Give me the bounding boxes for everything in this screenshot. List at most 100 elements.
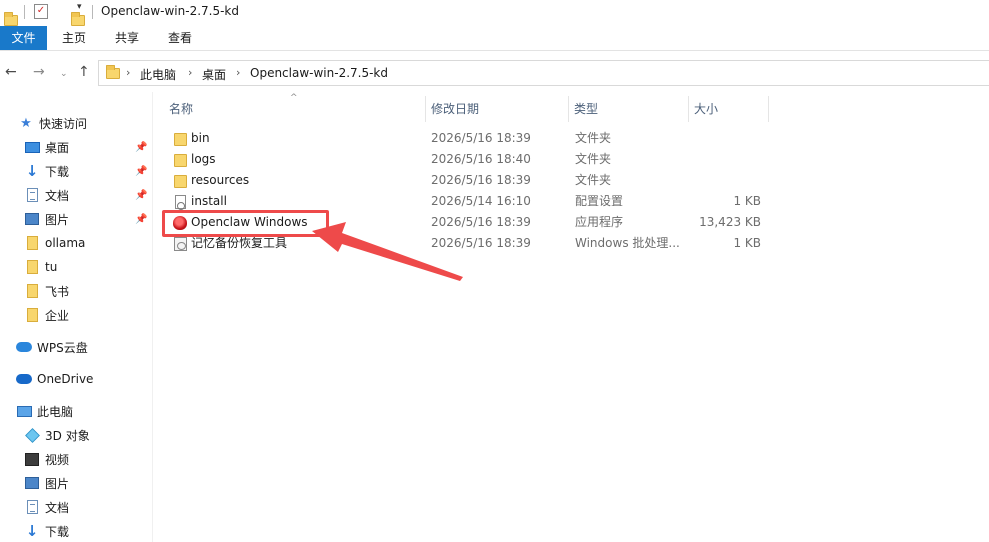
tab-view[interactable]: 查看 (168, 26, 192, 50)
breadcrumb-current-folder[interactable]: Openclaw-win-2.7.5-kd (250, 66, 388, 80)
file-type: 文件夹 (575, 173, 612, 187)
sidebar-item-feishu[interactable]: 飞书 (24, 280, 69, 302)
batch-file-icon (172, 236, 188, 252)
pin-icon[interactable]: 📌 (135, 142, 147, 153)
tab-file[interactable]: 文件 (0, 26, 47, 50)
pin-icon[interactable]: 📌 (135, 166, 147, 177)
sidebar-item-label: 下载 (45, 164, 70, 179)
breadcrumb-desktop[interactable]: 桌面 (202, 66, 226, 83)
file-date: 2026/5/16 18:39 (431, 215, 531, 229)
title-bar: ✓ ▾ Openclaw-win-2.7.5-kd (0, 0, 989, 26)
file-row-resources[interactable]: resources 2026/5/16 18:39 文件夹 (166, 170, 767, 191)
file-type: 应用程序 (575, 215, 624, 229)
sidebar-item-label: 图片 (45, 476, 70, 491)
annotation-highlight-box (162, 210, 329, 237)
file-name: bin (191, 131, 210, 145)
tab-share[interactable]: 共享 (115, 26, 139, 50)
column-header-date[interactable]: 修改日期 (415, 96, 560, 122)
sidebar-item-label: ollama (45, 236, 86, 250)
file-row-logs[interactable]: logs 2026/5/16 18:40 文件夹 (166, 149, 767, 170)
file-type: 配置设置 (575, 194, 624, 208)
address-bar[interactable]: › 此电脑 › 桌面 › Openclaw-win-2.7.5-kd (98, 60, 989, 86)
sidebar-item-label: tu (45, 260, 58, 274)
sidebar-item-onedrive[interactable]: OneDrive (16, 368, 93, 390)
sidebar-item-documents[interactable]: 文档 (24, 184, 69, 206)
navigation-bar: ← → ⌄ ↑ › 此电脑 › 桌面 › Openclaw-win-2.7.5-… (0, 58, 989, 88)
column-header-type[interactable]: 类型 (558, 96, 678, 122)
folder-icon (172, 173, 188, 189)
file-date: 2026/5/16 18:40 (431, 152, 531, 166)
document-icon (24, 499, 40, 515)
sidebar-item-label: OneDrive (37, 372, 94, 386)
sidebar-item-3d-objects[interactable]: 3D 对象 (24, 424, 90, 446)
onedrive-icon (16, 371, 32, 387)
forward-icon[interactable]: → (33, 65, 45, 79)
star-icon: ★ (20, 115, 32, 131)
sidebar-item-pc-pictures[interactable]: 图片 (24, 472, 69, 494)
properties-icon[interactable]: ✓ (34, 4, 48, 19)
pin-icon[interactable]: 📌 (135, 190, 147, 201)
folder-icon (24, 283, 40, 299)
file-size: 13,423 KB (699, 215, 761, 229)
up-icon[interactable]: ↑ (78, 65, 90, 79)
file-row-install[interactable]: install 2026/5/14 16:10 配置设置 1 KB (166, 191, 767, 212)
chevron-right-icon[interactable]: › (126, 66, 130, 79)
file-size: 1 KB (733, 194, 761, 208)
config-file-icon (172, 194, 188, 210)
sidebar-item-label: 企业 (45, 308, 70, 323)
chevron-right-icon[interactable]: › (188, 66, 192, 79)
sidebar-item-quick-access[interactable]: ★ 快速访问 (18, 112, 87, 134)
folder-icon (4, 11, 18, 26)
file-type: Windows 批处理... (575, 236, 680, 250)
column-divider[interactable] (768, 96, 769, 122)
pin-icon[interactable]: 📌 (135, 214, 147, 225)
back-icon[interactable]: ← (5, 65, 17, 79)
folder-icon (24, 235, 40, 251)
file-type: 文件夹 (575, 131, 612, 145)
file-size: 1 KB (733, 236, 761, 250)
sidebar-item-desktop[interactable]: 桌面 (24, 136, 69, 158)
sidebar-item-wps-cloud[interactable]: WPS云盘 (16, 336, 88, 358)
sidebar-item-videos[interactable]: 视频 (24, 448, 69, 470)
sidebar-item-label: 桌面 (45, 140, 70, 155)
customize-toolbar-icon[interactable]: ▾ (77, 2, 82, 12)
divider (92, 5, 93, 19)
sidebar-item-label: 3D 对象 (45, 428, 90, 443)
sidebar-item-enterprise[interactable]: 企业 (24, 304, 69, 326)
folder-icon (172, 152, 188, 168)
video-icon (24, 451, 40, 467)
chevron-right-icon[interactable]: › (236, 66, 240, 79)
folder-icon (24, 307, 40, 323)
file-date: 2026/5/14 16:10 (431, 194, 531, 208)
sidebar-item-label: 飞书 (45, 284, 70, 299)
column-header-name[interactable]: 名称 (153, 96, 425, 122)
sidebar-item-pictures[interactable]: 图片 (24, 208, 69, 230)
sidebar-item-pc-downloads[interactable]: ↓ 下载 (24, 520, 69, 542)
sidebar-item-label: 此电脑 (37, 404, 74, 419)
window-title: Openclaw-win-2.7.5-kd (101, 4, 239, 18)
sidebar-item-pc-documents[interactable]: 文档 (24, 496, 69, 518)
sidebar-item-label: WPS云盘 (37, 340, 88, 355)
sidebar-item-ollama[interactable]: ollama (24, 232, 85, 254)
new-folder-icon[interactable] (71, 11, 85, 26)
file-date: 2026/5/16 18:39 (431, 131, 531, 145)
file-date: 2026/5/16 18:39 (431, 236, 531, 250)
recent-locations-icon[interactable]: ⌄ (60, 67, 68, 81)
file-list: ^ 名称 修改日期 类型 大小 bin 2026/5/16 18:39 文件夹 … (152, 92, 989, 542)
file-type: 文件夹 (575, 152, 612, 166)
column-header-size[interactable]: 大小 (678, 96, 768, 122)
divider (24, 5, 25, 19)
folder-icon (106, 65, 120, 79)
sidebar-item-this-pc[interactable]: 此电脑 (16, 400, 73, 422)
file-row-bin[interactable]: bin 2026/5/16 18:39 文件夹 (166, 128, 767, 149)
sidebar-item-label: 快速访问 (39, 116, 88, 131)
sidebar-item-label: 文档 (45, 188, 70, 203)
sidebar-item-label: 视频 (45, 452, 70, 467)
tab-home[interactable]: 主页 (62, 26, 86, 50)
sidebar-item-downloads[interactable]: ↓ 下载 (24, 160, 69, 182)
download-icon: ↓ (25, 162, 39, 180)
file-name: resources (191, 173, 250, 187)
sidebar-item-tu[interactable]: tu (24, 256, 57, 278)
document-icon (24, 187, 40, 203)
breadcrumb-this-pc[interactable]: 此电脑 (140, 66, 176, 83)
